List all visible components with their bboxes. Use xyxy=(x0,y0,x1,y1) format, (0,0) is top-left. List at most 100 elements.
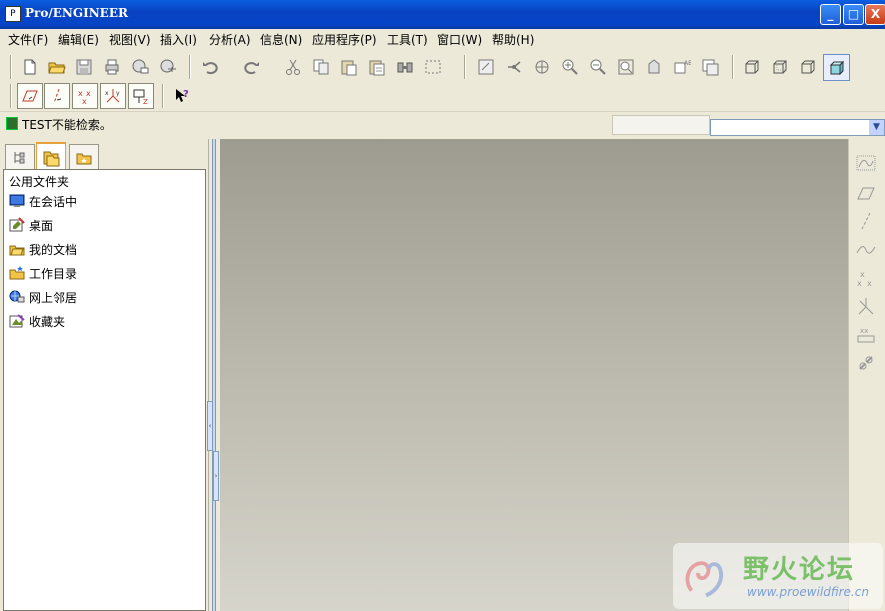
coordinate-system-tool-icon[interactable] xyxy=(854,295,878,319)
regenerate-icon[interactable] xyxy=(393,55,417,79)
desktop-icon xyxy=(9,217,25,232)
hidden-line-icon[interactable] xyxy=(768,55,792,79)
toolbar-separator xyxy=(464,55,466,79)
message-icon xyxy=(6,117,18,130)
refit-icon[interactable] xyxy=(614,55,638,79)
menu-applications[interactable]: 应用程序(P) xyxy=(312,31,377,48)
tree-item-favorites[interactable]: 收藏夹 xyxy=(9,312,65,330)
wireframe-icon[interactable] xyxy=(740,55,764,79)
tab-model-tree[interactable] xyxy=(5,144,35,171)
menu-bar: 文件(F) 编辑(E) 视图(V) 插入(I) 分析(A) 信息(N) 应用程序… xyxy=(0,29,885,49)
tab-favorites[interactable] xyxy=(69,144,99,171)
tab-folder-browser[interactable] xyxy=(36,142,66,172)
menu-help[interactable]: 帮助(H) xyxy=(492,31,534,48)
select-box-icon[interactable] xyxy=(421,55,445,79)
datum-plane-tool-icon[interactable] xyxy=(854,181,878,205)
context-help-icon[interactable]: ? xyxy=(170,84,194,108)
network-places-icon xyxy=(9,290,25,303)
datum-curve-tool-icon[interactable] xyxy=(854,237,878,261)
chevron-down-icon[interactable]: ▼ xyxy=(869,120,884,135)
in-session-icon xyxy=(9,194,25,207)
svg-text:y: y xyxy=(116,90,120,97)
email-link-icon[interactable] xyxy=(156,55,180,79)
menu-window[interactable]: 窗口(W) xyxy=(437,31,482,48)
svg-text:xx: xx xyxy=(860,327,868,335)
tree-item-label: 桌面 xyxy=(29,218,54,233)
reorient-icon[interactable] xyxy=(642,55,666,79)
open-folder-icon[interactable] xyxy=(45,55,69,79)
email-recipient-icon[interactable] xyxy=(128,55,152,79)
close-button[interactable]: X xyxy=(865,4,885,25)
redo-icon[interactable] xyxy=(240,55,264,79)
menu-edit[interactable]: 编辑(E) xyxy=(58,31,99,48)
svg-text:?: ? xyxy=(183,89,189,100)
toolbar-separator xyxy=(189,55,191,79)
coordinate-system-toggle-icon[interactable]: xy xyxy=(100,83,126,109)
zoom-out-icon[interactable] xyxy=(586,55,610,79)
undo-icon[interactable] xyxy=(198,55,222,79)
link-feature-icon[interactable] xyxy=(854,351,878,375)
tree-item-label: 工作目录 xyxy=(29,266,78,281)
tree-item-working-directory[interactable]: 工作目录 xyxy=(9,264,77,282)
model-tree-icon xyxy=(14,152,25,164)
menu-insert[interactable]: 插入(I) xyxy=(160,31,197,48)
menu-info[interactable]: 信息(N) xyxy=(260,31,302,48)
minimize-button[interactable]: _ xyxy=(820,4,841,25)
message-area: TEST不能检索。 ▼ xyxy=(0,111,885,137)
proe-app-icon: P xyxy=(5,6,21,22)
svg-text:x: x xyxy=(82,97,87,105)
forum-watermark: 野火论坛 www.proewildfire.cn xyxy=(673,543,883,609)
smart-filter-field xyxy=(612,115,710,135)
shading-icon[interactable] xyxy=(823,54,850,81)
tree-item-in-session[interactable]: 在会话中 xyxy=(9,192,77,210)
navigator-splitter[interactable]: ‹ › xyxy=(207,139,220,611)
collapse-handle[interactable]: ‹ xyxy=(207,401,213,451)
toolbar-separator xyxy=(10,55,12,79)
svg-text:x: x xyxy=(867,279,872,288)
annotation-toggle-icon[interactable]: Z xyxy=(128,83,154,109)
svg-text:x: x xyxy=(105,90,109,97)
no-hidden-icon[interactable] xyxy=(796,55,820,79)
saved-views-icon[interactable]: AB xyxy=(670,55,694,79)
tree-item-network-places[interactable]: 网上邻居 xyxy=(9,288,77,306)
paste-icon[interactable] xyxy=(337,55,361,79)
print-icon[interactable] xyxy=(100,55,124,79)
zoom-in-icon[interactable] xyxy=(558,55,582,79)
orient-mode-icon[interactable] xyxy=(530,55,554,79)
right-feature-toolbar: xxx xx xyxy=(848,139,885,611)
tree-item-label: 收藏夹 xyxy=(29,314,66,329)
spin-center-icon[interactable] xyxy=(502,55,526,79)
datum-point-toggle-icon[interactable]: xxx xyxy=(72,83,98,109)
folder-tree: 公用文件夹 在会话中 桌面 我的文档 工作目录 网上邻居 收藏夹 xyxy=(3,169,206,611)
filter-dropdown[interactable]: ▼ xyxy=(710,119,885,136)
repaint-icon[interactable] xyxy=(474,55,498,79)
save-icon[interactable] xyxy=(72,55,96,79)
maximize-button[interactable]: □ xyxy=(843,4,864,25)
datum-plane-toggle-icon[interactable] xyxy=(17,83,43,109)
layer-icon[interactable] xyxy=(698,55,722,79)
analysis-feature-icon[interactable]: xx xyxy=(854,323,878,347)
menu-analysis[interactable]: 分析(A) xyxy=(209,31,251,48)
watermark-title: 野火论坛 xyxy=(743,555,856,585)
watermark-url: www.proewildfire.cn xyxy=(747,585,869,599)
splitter-bar[interactable] xyxy=(212,139,216,611)
tree-item-my-documents[interactable]: 我的文档 xyxy=(9,240,77,258)
paste-special-icon[interactable] xyxy=(365,55,389,79)
copy-icon[interactable] xyxy=(309,55,333,79)
svg-text:x: x xyxy=(857,279,862,288)
new-file-icon[interactable] xyxy=(18,55,42,79)
menu-view[interactable]: 视图(V) xyxy=(109,31,151,48)
datum-axis-tool-icon[interactable] xyxy=(854,209,878,233)
datum-point-tool-icon[interactable]: xxx xyxy=(854,266,878,290)
cut-icon[interactable] xyxy=(281,55,305,79)
status-message: TEST不能检索。 xyxy=(22,118,112,132)
toolbar-separator xyxy=(10,84,12,108)
tree-item-desktop[interactable]: 桌面 xyxy=(9,216,53,234)
menu-tools[interactable]: 工具(T) xyxy=(387,31,428,48)
sketch-tool-icon[interactable] xyxy=(854,151,878,175)
graphics-window[interactable] xyxy=(220,139,848,611)
expand-handle[interactable]: › xyxy=(213,451,219,501)
datum-axis-toggle-icon[interactable] xyxy=(44,83,70,109)
public-folders-header: 公用文件夹 xyxy=(9,175,70,189)
menu-file[interactable]: 文件(F) xyxy=(8,31,48,48)
